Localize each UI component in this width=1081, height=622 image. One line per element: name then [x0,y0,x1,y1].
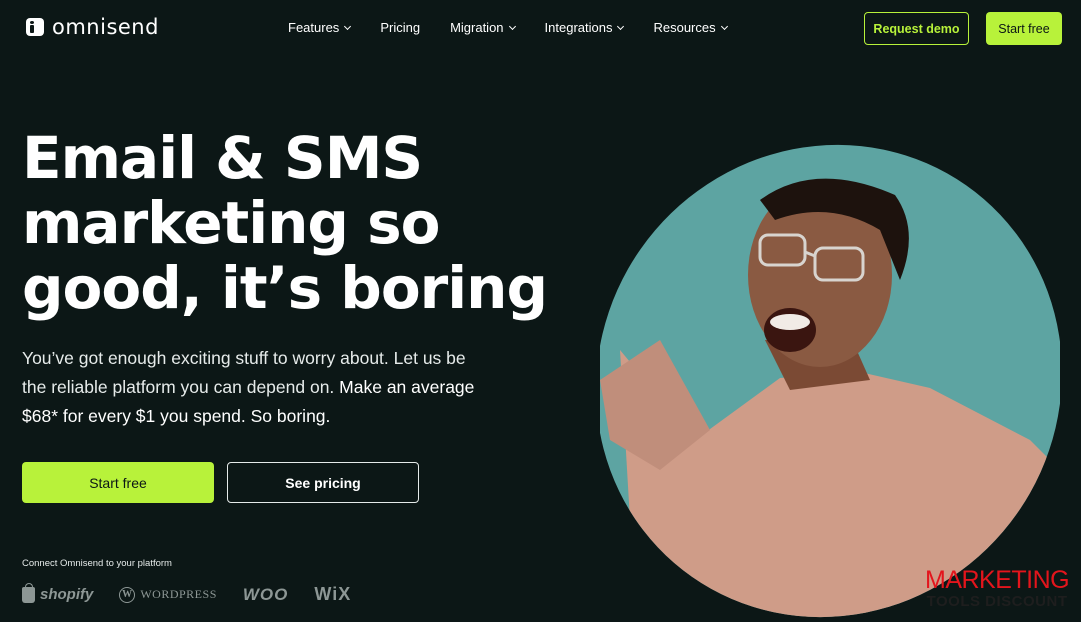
wordpress-logo[interactable]: W WORDPRESS [119,586,217,603]
wordpress-icon: W [119,586,136,603]
shopify-logo-text: shopify [40,586,94,603]
headline-line-3: good, it’s boring [22,254,548,322]
chevron-down-icon [617,22,625,30]
omnisend-logo[interactable]: omnisend [26,15,159,39]
shopify-logo[interactable]: shopify [22,582,94,603]
chevron-down-icon [720,22,728,30]
hero-subtext: You’ve got enough exciting stuff to worr… [22,344,492,431]
watermark: MARKETING TOOLS DISCOUNT [925,566,1070,610]
wix-logo-text: WiX [314,584,352,604]
start-free-nav-button[interactable]: Start free [986,12,1062,45]
platforms-caption: Connect Omnisend to your platform [22,558,172,569]
see-pricing-button[interactable]: See pricing [227,462,419,503]
logo-text: omnisend [52,15,159,39]
wix-logo[interactable]: WiX [314,584,351,605]
platform-logos: shopify W WORDPRESS WOO WiX [22,582,351,605]
watermark-line-1: MARKETING [925,566,1070,594]
start-free-button[interactable]: Start free [22,462,214,503]
headline-line-2: marketing so [22,189,441,257]
nav-item-label: Migration [450,20,504,35]
nav-item-resources[interactable]: Resources [653,20,728,35]
woo-logo[interactable]: WOO [243,585,289,605]
shopify-bag-icon [22,582,35,603]
nav-item-pricing[interactable]: Pricing [380,20,420,35]
nav-item-migration[interactable]: Migration [450,20,516,35]
nav-item-label: Features [288,20,340,35]
nav-item-label: Resources [653,20,716,35]
top-navigation: omnisend Features Pricing Migration Inte… [0,0,1081,56]
nav-item-integrations[interactable]: Integrations [544,20,625,35]
main-menu: Features Pricing Migration Integrations … [288,20,757,35]
request-demo-button[interactable]: Request demo [864,12,969,45]
headline-line-1: Email & SMS [22,124,423,192]
nav-item-label: Integrations [544,20,613,35]
omnisend-logo-icon [26,18,44,36]
nav-item-label: Pricing [380,20,421,35]
woo-logo-text: WOO [242,584,289,604]
watermark-line-2: TOOLS DISCOUNT [926,593,1068,610]
chevron-down-icon [508,22,516,30]
hero-person-image [600,140,1060,622]
chevron-down-icon [344,22,352,30]
wordpress-logo-text: WORDPRESS [140,587,217,601]
nav-item-features[interactable]: Features [288,20,352,35]
hero-headline: Email & SMS marketing so good, it’s bori… [22,126,582,321]
